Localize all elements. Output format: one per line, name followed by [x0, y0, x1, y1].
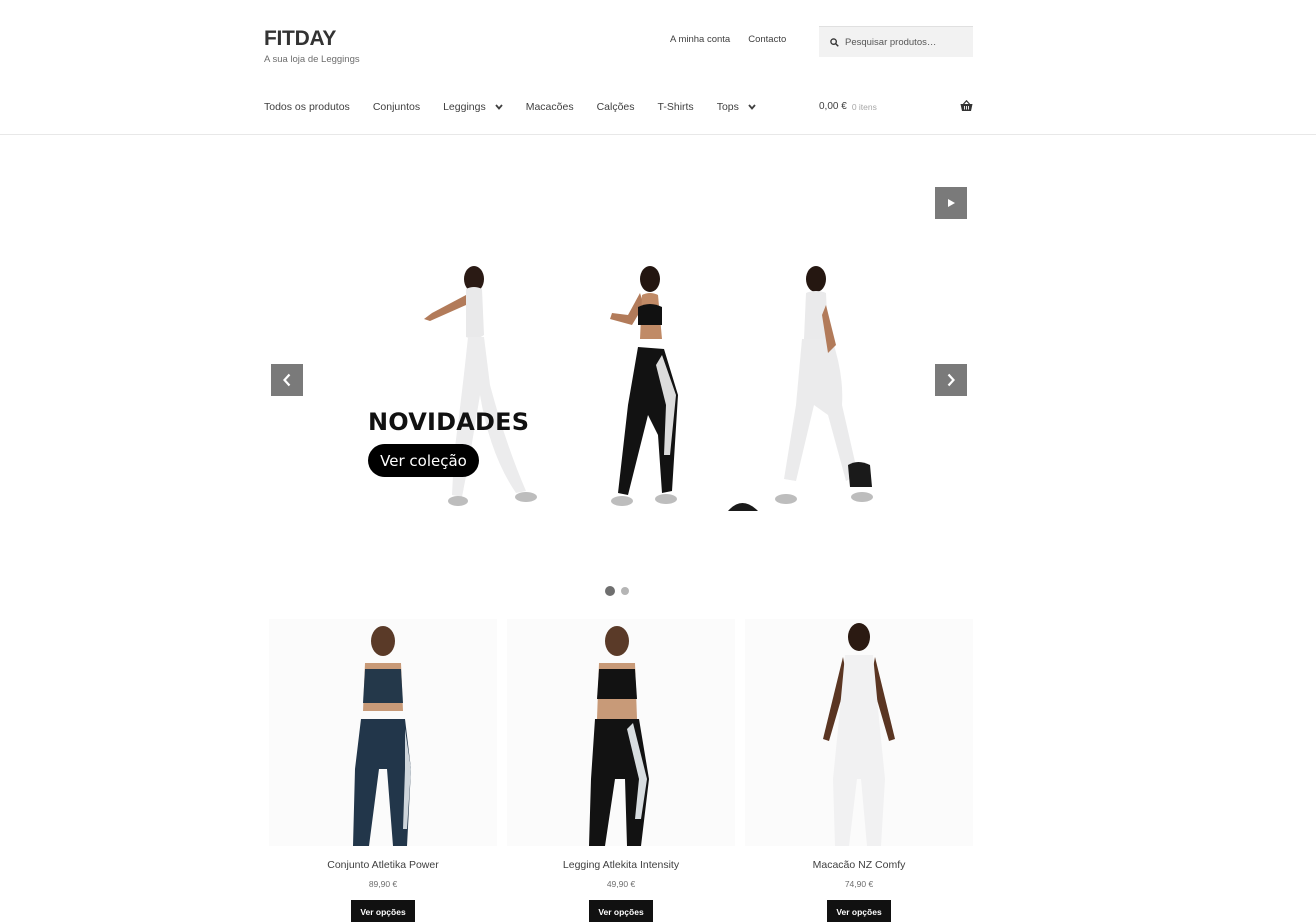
chevron-left-icon — [283, 373, 291, 387]
primary-nav: Todos os produtos Conjuntos Leggings Mac… — [264, 101, 779, 113]
slider-play-button[interactable] — [935, 187, 967, 219]
cart-total: 0,00 € — [819, 101, 847, 112]
product-card: Conjunto Atletika Power 89,90 € Ver opçõ… — [269, 619, 497, 922]
model-figure-2 — [610, 266, 678, 506]
my-account-link[interactable]: A minha conta — [670, 34, 730, 45]
nav-item-conjuntos[interactable]: Conjuntos — [373, 101, 420, 113]
slider-dot-1[interactable] — [605, 586, 615, 596]
nav-item-t-shirts[interactable]: T-Shirts — [658, 101, 694, 113]
slider-pagination — [605, 586, 629, 596]
product-price: 74,90 € — [844, 879, 874, 889]
chevron-right-icon — [947, 373, 955, 387]
product-card: Legging Atlekita Intensity 49,90 € Ver o… — [507, 619, 735, 922]
view-options-button[interactable]: Ver opções — [351, 900, 415, 922]
site-tagline: A sua loja de Leggings — [264, 54, 360, 65]
nav-item-label: Calções — [596, 101, 635, 113]
slider-next-button[interactable] — [935, 364, 967, 396]
header-divider — [0, 134, 1316, 135]
product-price: 49,90 € — [606, 879, 636, 889]
cart-count: 0 itens — [851, 101, 877, 112]
contact-link[interactable]: Contacto — [748, 34, 786, 45]
nav-item-leggings[interactable]: Leggings — [443, 101, 503, 113]
chevron-down-icon[interactable] — [495, 104, 503, 110]
nav-item-label: T-Shirts — [657, 101, 694, 113]
chevron-down-icon[interactable] — [748, 104, 756, 110]
nav-item-label: Conjuntos — [372, 101, 421, 113]
nav-item-label: Leggings — [443, 101, 486, 113]
nav-item-calcoes[interactable]: Calções — [597, 101, 635, 113]
view-options-button[interactable]: Ver opções — [589, 900, 653, 922]
nav-item-label: Todos os produtos — [264, 101, 350, 113]
product-title[interactable]: Legging Atlekita Intensity — [507, 859, 735, 871]
product-title[interactable]: Conjunto Atletika Power — [269, 859, 497, 871]
nav-item-tops[interactable]: Tops — [717, 101, 756, 113]
product-price: 89,90 € — [368, 879, 398, 889]
site-title[interactable]: FITDAY — [264, 27, 336, 51]
product-image[interactable] — [745, 619, 973, 846]
slide-heading: NOVIDADES — [368, 408, 530, 436]
product-image[interactable] — [507, 619, 735, 846]
basket-icon[interactable] — [960, 100, 973, 112]
slider-prev-button[interactable] — [271, 364, 303, 396]
product-card: Macacão NZ Comfy 74,90 € Ver opções — [745, 619, 973, 922]
nav-item-macacoes[interactable]: Macacões — [526, 101, 574, 113]
nav-item-label: Macacões — [525, 101, 574, 113]
search-icon — [830, 37, 839, 47]
secondary-nav: A minha conta Contacto — [670, 34, 786, 45]
nav-item-label: Tops — [716, 101, 739, 113]
product-title[interactable]: Macacão NZ Comfy — [745, 859, 973, 871]
play-icon — [948, 199, 955, 207]
slider-dot-2[interactable] — [621, 587, 629, 595]
model-figure-3 — [728, 266, 873, 511]
search-input[interactable] — [845, 36, 969, 48]
search-box — [819, 26, 973, 57]
view-collection-button[interactable]: Ver coleção — [368, 444, 479, 477]
nav-item-todos-os-produtos[interactable]: Todos os produtos — [264, 101, 350, 113]
product-image[interactable] — [269, 619, 497, 846]
cart-link[interactable]: 0,00 € 0 itens — [819, 100, 973, 112]
view-options-button[interactable]: Ver opções — [827, 900, 891, 922]
